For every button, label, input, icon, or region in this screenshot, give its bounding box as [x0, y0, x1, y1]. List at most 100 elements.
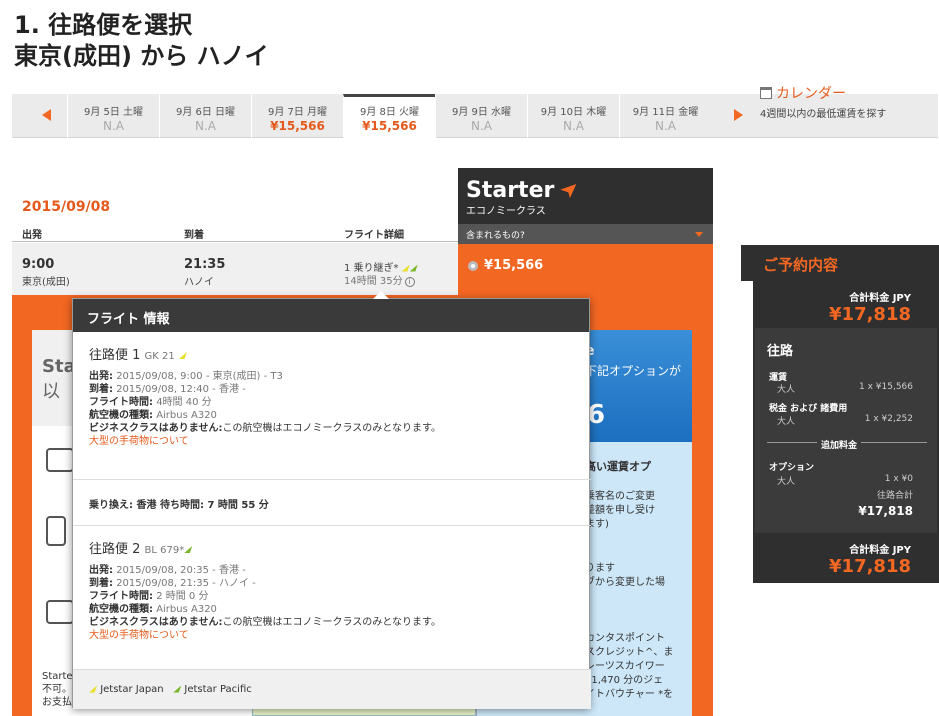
date-tab-4[interactable]: 9月 9日 水曜 N.A [435, 94, 527, 138]
arr-label: 到着: [89, 578, 113, 589]
page-root: 1. 往路便を選択 東京(成田) から ハノイ 9月 5日 土曜 N.A 9月 6… [0, 0, 939, 716]
divider [73, 525, 591, 526]
prev-dates-arrow-icon[interactable] [42, 109, 51, 121]
flight-row[interactable]: 9:00 東京(成田) 21:35 ハノイ 1 乗り継ぎ* 14時間 35分 i [12, 243, 458, 295]
starter-fare-option[interactable]: ¥15,566 [458, 244, 713, 287]
blue-l2: 乗客名のご変更 [585, 491, 655, 502]
date-price: N.A [471, 119, 492, 133]
whats-included-toggle[interactable]: 含まれるもの? [458, 224, 713, 244]
blue-l11: イトバウチャー *を [585, 689, 674, 700]
dep-city: 東京(成田) [22, 277, 70, 288]
dep-value: 2015/09/08, 9:00 - 東京(成田) - T3 [116, 371, 283, 382]
no-change-icon [46, 600, 74, 624]
fare-radio[interactable] [468, 260, 478, 271]
date-tab-3-selected[interactable]: 9月 8日 火曜 ¥15,566 [343, 94, 435, 139]
title-line-2: 東京(成田) から ハノイ [14, 42, 269, 70]
arr-time: 21:35 [184, 257, 226, 272]
luggage-icon [46, 516, 66, 546]
date-tab-6[interactable]: 9月 11日 金曜 N.A [619, 94, 711, 138]
date-label: 9月 5日 土曜 [83, 107, 144, 118]
jetstar-pacific-icon [184, 546, 193, 553]
date-tab-5[interactable]: 9月 10日 木曜 N.A [527, 94, 619, 138]
biz-label: ビジネスクラスはありません: [89, 617, 223, 628]
date-label: 9月 11日 金曜 [632, 107, 699, 118]
option-value: 1 x ¥0 [884, 474, 913, 484]
dep-value: 2015/09/08, 20:35 - 香港 - [116, 565, 246, 576]
biz-value: この航空機はエコノミークラスのみとなります。 [222, 423, 442, 434]
duration: 14時間 35分 [344, 276, 403, 287]
dep-time: 9:00 [22, 257, 55, 272]
starter-price: ¥15,566 [484, 258, 544, 273]
total-label: 合計料金 JPY [849, 293, 911, 304]
legend-jetstar-pacific: Jetstar Pacific [184, 684, 252, 695]
calendar-icon [760, 87, 772, 99]
blue-l8: スクレジット^、ま [585, 647, 674, 658]
dep-label: 出発: [89, 565, 113, 576]
seg1-title: 往路便 1 [89, 348, 141, 363]
date-price: ¥15,566 [270, 119, 325, 133]
whats-included-label: 含まれるもの? [466, 231, 525, 241]
page-title: 1. 往路便を選択 東京(成田) から ハノイ [14, 10, 269, 72]
seg2-title: 往路便 2 [89, 542, 141, 557]
segment-1: 往路便 1 GK 21 出発: 2015/09/08, 9:00 - 東京(成田… [89, 349, 441, 448]
route-total-value: ¥17,818 [858, 504, 913, 518]
date-tab-0[interactable]: 9月 5日 土曜 N.A [67, 94, 159, 138]
ac-label: 航空機の種類: [89, 410, 153, 421]
date-price: N.A [655, 119, 676, 133]
panel-title-2: 以 [42, 381, 60, 402]
info-icon[interactable]: i [404, 277, 415, 287]
title-line-1: 1. 往路便を選択 [14, 11, 193, 39]
dur-label: フライト時間: [89, 591, 153, 602]
ac-label: 航空機の種類: [89, 604, 153, 615]
date-label: 9月 10日 木曜 [540, 107, 607, 118]
dur-label: フライト時間: [89, 397, 153, 408]
date-price: N.A [195, 119, 216, 133]
summary-breakdown: 往路 運賃 大人 1 x ¥15,566 税金 および 諸費用 大人 1 x ¥… [755, 328, 937, 533]
ac-value: Airbus A320 [156, 410, 217, 421]
date-label: 9月 7日 月曜 [267, 107, 328, 118]
jetstar-japan-icon [401, 264, 410, 272]
jetstar-pacific-icon [173, 685, 182, 693]
biz-label: ビジネスクラスはありません: [89, 423, 223, 434]
blue-l10: ¥1,470 分のジェ [585, 675, 664, 686]
jetstar-japan-icon [178, 352, 187, 359]
booking-summary: ご予約内容 合計料金 JPY ¥17,818 往路 運賃 大人 1 x ¥15,… [741, 245, 939, 583]
dur-value: 4時間 40 分 [156, 397, 212, 408]
extra-label: 追加料金 [817, 438, 862, 451]
biz-value: この航空機はエコノミークラスのみとなります。 [222, 617, 442, 628]
tax-value: 1 x ¥2,252 [864, 414, 913, 424]
blue-l9: レーツスカイワー [585, 661, 665, 672]
baggage-link[interactable]: 大型の手荷物について [89, 435, 441, 448]
seat-icon [46, 448, 74, 472]
total-value: ¥17,818 [829, 556, 911, 577]
baggage-link[interactable]: 大型の手荷物について [89, 629, 441, 642]
date-tab-1[interactable]: 9月 6日 日曜 N.A [159, 94, 251, 138]
starter-header: Starter エコノミークラス [458, 168, 713, 224]
next-dates-arrow-icon[interactable] [734, 109, 743, 121]
blue-l6: ブから変更した場 [585, 577, 665, 588]
starter-name: Starter [466, 178, 555, 203]
calendar-subtitle: 4週間以内の最低運賃を探す [760, 109, 887, 120]
popover-caret [373, 291, 389, 299]
total-label: 合計料金 JPY [849, 545, 911, 556]
calendar-link[interactable]: カレンダー 4週間以内の最低運賃を探す [760, 83, 886, 120]
seg2-code: BL 679* [144, 545, 185, 556]
starter-sub: エコノミークラス [466, 206, 546, 217]
dur-value: 2 時間 0 分 [156, 591, 209, 602]
ac-value: Airbus A320 [156, 604, 217, 615]
fare-value: 1 x ¥15,566 [859, 382, 913, 392]
arr-city: ハノイ [184, 277, 214, 288]
date-label: 9月 6日 日曜 [175, 107, 236, 118]
calendar-title[interactable]: カレンダー [776, 83, 846, 103]
tax-pax: 大人 [777, 417, 796, 427]
date-price: N.A [103, 119, 124, 133]
plane-icon [560, 184, 577, 198]
legend-jetstar-japan: Jetstar Japan [100, 684, 164, 695]
blue-l1: 高い運賃オプ [585, 460, 651, 473]
date-tab-2[interactable]: 9月 7日 月曜 ¥15,566 [251, 94, 343, 138]
blue-l3: 差額を申し受け [585, 505, 655, 516]
col-departure: 出発 [22, 230, 42, 241]
option-pax: 大人 [777, 477, 796, 487]
summary-total-bottom: 合計料金 JPY ¥17,818 [829, 541, 911, 577]
results-header: 出発 到着 フライト詳細 [12, 222, 458, 242]
